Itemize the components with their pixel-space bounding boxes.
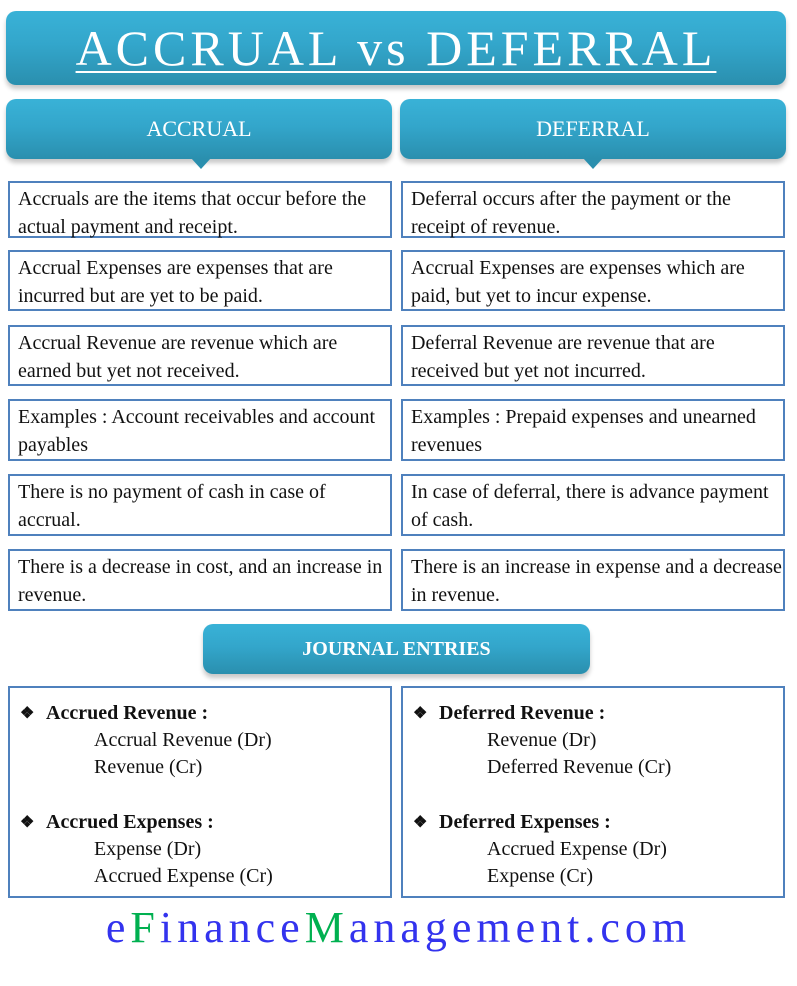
journal-heading: ❖ Deferred Expenses : [413,809,783,836]
journal-line: Accrued Expense (Dr) [487,838,667,860]
pointer-down-icon [583,158,603,169]
brand-part: e [105,903,131,952]
deferral-cell: Examples : Prepaid expenses and unearned… [401,399,785,461]
diamond-bullet-icon: ❖ [20,705,35,722]
journal-line: Revenue (Cr) [94,756,203,778]
page-title: ACCRUAL vs DEFERRAL [6,11,786,85]
journal-heading: ❖ Deferred Revenue : [413,700,783,727]
journal-line: Accrued Expense (Cr) [94,865,273,887]
accrual-cell: There is no payment of cash in case of a… [8,474,392,536]
accrual-cell: Accruals are the items that occur before… [8,181,392,238]
page-title-text: ACCRUAL vs DEFERRAL [75,20,717,76]
column-header-accrual-label: ACCRUAL [146,116,252,141]
diamond-bullet-icon: ❖ [20,814,35,831]
brand-part: anagement.com [348,903,692,952]
journal-line: Revenue (Dr) [487,729,597,751]
journal-line: Accrual Revenue (Dr) [94,729,272,751]
deferral-cell: Deferral occurs after the payment or the… [401,181,785,238]
journal-heading-text: Deferred Expenses : [439,811,611,833]
accrual-cell: There is a decrease in cost, and an incr… [8,549,392,611]
accrual-cell: Accrual Expenses are expenses that are i… [8,250,392,311]
accrual-cell: Accrual Revenue are revenue which are ea… [8,325,392,386]
journal-heading: ❖ Accrued Expenses : [20,809,390,836]
journal-heading: ❖ Accrued Revenue : [20,700,390,727]
journal-line: Deferred Revenue (Cr) [487,756,672,778]
accrual-cell: Examples : Account receivables and accou… [8,399,392,461]
column-header-accrual: ACCRUAL [6,99,392,169]
brand-part-highlight: M [304,903,349,952]
deferral-cell: Accrual Expenses are expenses which are … [401,250,785,311]
diamond-bullet-icon: ❖ [413,814,428,831]
journal-line: Expense (Cr) [487,865,594,887]
deferral-cell: Deferral Revenue are revenue that are re… [401,325,785,386]
journal-box-accrual: ❖ Accrued Revenue : Accrual Revenue (Dr)… [8,686,392,898]
column-header-deferral-label: DEFERRAL [536,116,650,141]
brand-part: inance [159,903,305,952]
journal-heading-text: Accrued Revenue : [46,702,209,724]
journal-heading-text: Accrued Expenses : [46,811,214,833]
deferral-cell: In case of deferral, there is advance pa… [401,474,785,536]
brand-part-highlight: F [130,903,160,952]
diamond-bullet-icon: ❖ [413,705,428,722]
journal-line: Expense (Dr) [94,838,202,860]
pointer-down-icon [191,158,211,169]
brand-logo-text: eFinanceManagement.com [0,902,797,953]
journal-entries-label: JOURNAL ENTRIES [302,637,491,660]
journal-box-deferral: ❖ Deferred Revenue : Revenue (Dr) Deferr… [401,686,785,898]
journal-entries-header: JOURNAL ENTRIES [203,624,590,674]
column-header-deferral: DEFERRAL [400,99,786,169]
journal-heading-text: Deferred Revenue : [439,702,606,724]
deferral-cell: There is an increase in expense and a de… [401,549,785,611]
